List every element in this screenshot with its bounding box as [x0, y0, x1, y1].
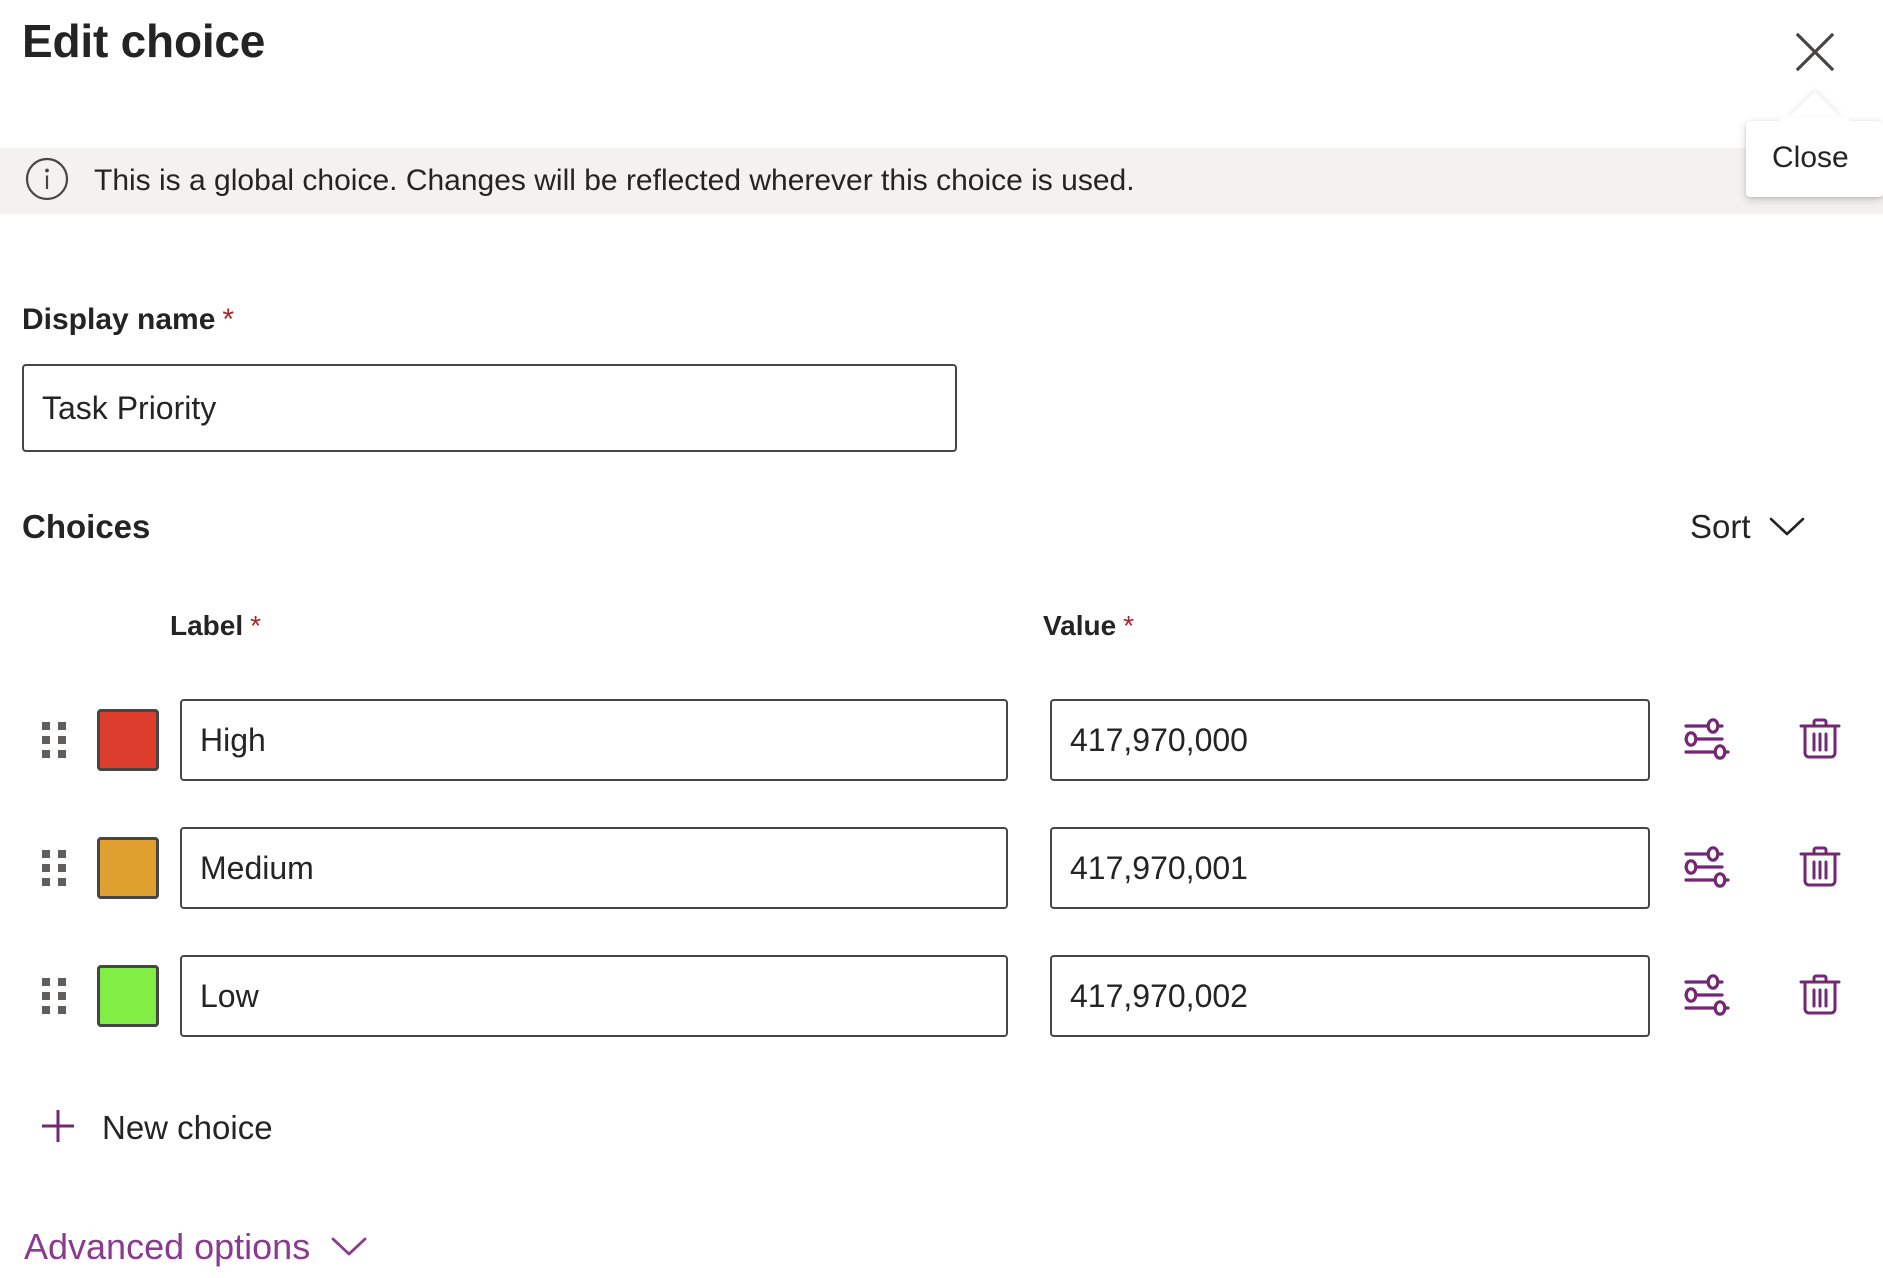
edit-choice-panel: Edit choice Close This is a global choic…: [0, 0, 1883, 1278]
choices-heading: Choices: [22, 508, 150, 546]
panel-header: Edit choice: [0, 0, 1883, 148]
choice-value-input[interactable]: [1050, 955, 1650, 1037]
display-name-input[interactable]: [22, 364, 957, 452]
choice-settings-button[interactable]: [1678, 838, 1738, 898]
advanced-options-button[interactable]: Advanced options: [20, 1222, 374, 1272]
drag-handle-icon[interactable]: [42, 978, 68, 1014]
display-name-label: Display name*: [22, 303, 234, 337]
trash-icon: [1794, 969, 1846, 1024]
settings-sliders-icon: [1682, 713, 1734, 768]
display-name-required-marker: *: [222, 303, 234, 336]
info-circle-icon: [24, 156, 70, 207]
page-title: Edit choice: [22, 14, 265, 68]
choice-settings-button[interactable]: [1678, 710, 1738, 770]
sort-button-label: Sort: [1690, 508, 1751, 546]
column-header-value: Value*: [1043, 610, 1134, 642]
table-row: [0, 676, 1883, 804]
settings-sliders-icon: [1682, 841, 1734, 896]
sort-button[interactable]: Sort: [1690, 508, 1807, 546]
new-choice-button[interactable]: New choice: [30, 1096, 279, 1159]
choice-delete-button[interactable]: [1790, 838, 1850, 898]
choice-value-input[interactable]: [1050, 827, 1650, 909]
advanced-options-label: Advanced options: [24, 1226, 310, 1268]
color-swatch[interactable]: [97, 709, 159, 771]
chevron-down-icon: [1767, 513, 1807, 542]
choice-label-input[interactable]: [180, 699, 1008, 781]
trash-icon: [1794, 841, 1846, 896]
color-swatch[interactable]: [97, 965, 159, 1027]
choice-delete-button[interactable]: [1790, 966, 1850, 1026]
column-header-label: Label*: [170, 610, 261, 642]
trash-icon: [1794, 713, 1846, 768]
choice-value-input[interactable]: [1050, 699, 1650, 781]
table-row: [0, 932, 1883, 1060]
close-icon: [1791, 28, 1839, 76]
choice-rows: [0, 676, 1883, 1060]
color-swatch[interactable]: [97, 837, 159, 899]
new-choice-label: New choice: [102, 1109, 273, 1147]
global-choice-info-banner: This is a global choice. Changes will be…: [0, 148, 1883, 214]
close-button[interactable]: [1772, 14, 1858, 90]
display-name-label-text: Display name: [22, 303, 215, 336]
column-header-label-text: Label: [170, 610, 243, 641]
drag-handle-icon[interactable]: [42, 850, 68, 886]
choice-delete-button[interactable]: [1790, 710, 1850, 770]
label-required-marker: *: [250, 610, 261, 641]
column-header-value-text: Value: [1043, 610, 1116, 641]
table-row: [0, 804, 1883, 932]
settings-sliders-icon: [1682, 969, 1734, 1024]
tooltip-arrow-mask: [1780, 118, 1850, 138]
close-tooltip-label: Close: [1772, 143, 1857, 173]
choice-settings-button[interactable]: [1678, 966, 1738, 1026]
chevron-down-icon: [328, 1232, 370, 1263]
value-required-marker: *: [1123, 610, 1134, 641]
plus-icon: [36, 1104, 80, 1151]
drag-handle-icon[interactable]: [42, 722, 68, 758]
info-banner-message: This is a global choice. Changes will be…: [94, 164, 1135, 198]
choice-label-input[interactable]: [180, 955, 1008, 1037]
choice-label-input[interactable]: [180, 827, 1008, 909]
